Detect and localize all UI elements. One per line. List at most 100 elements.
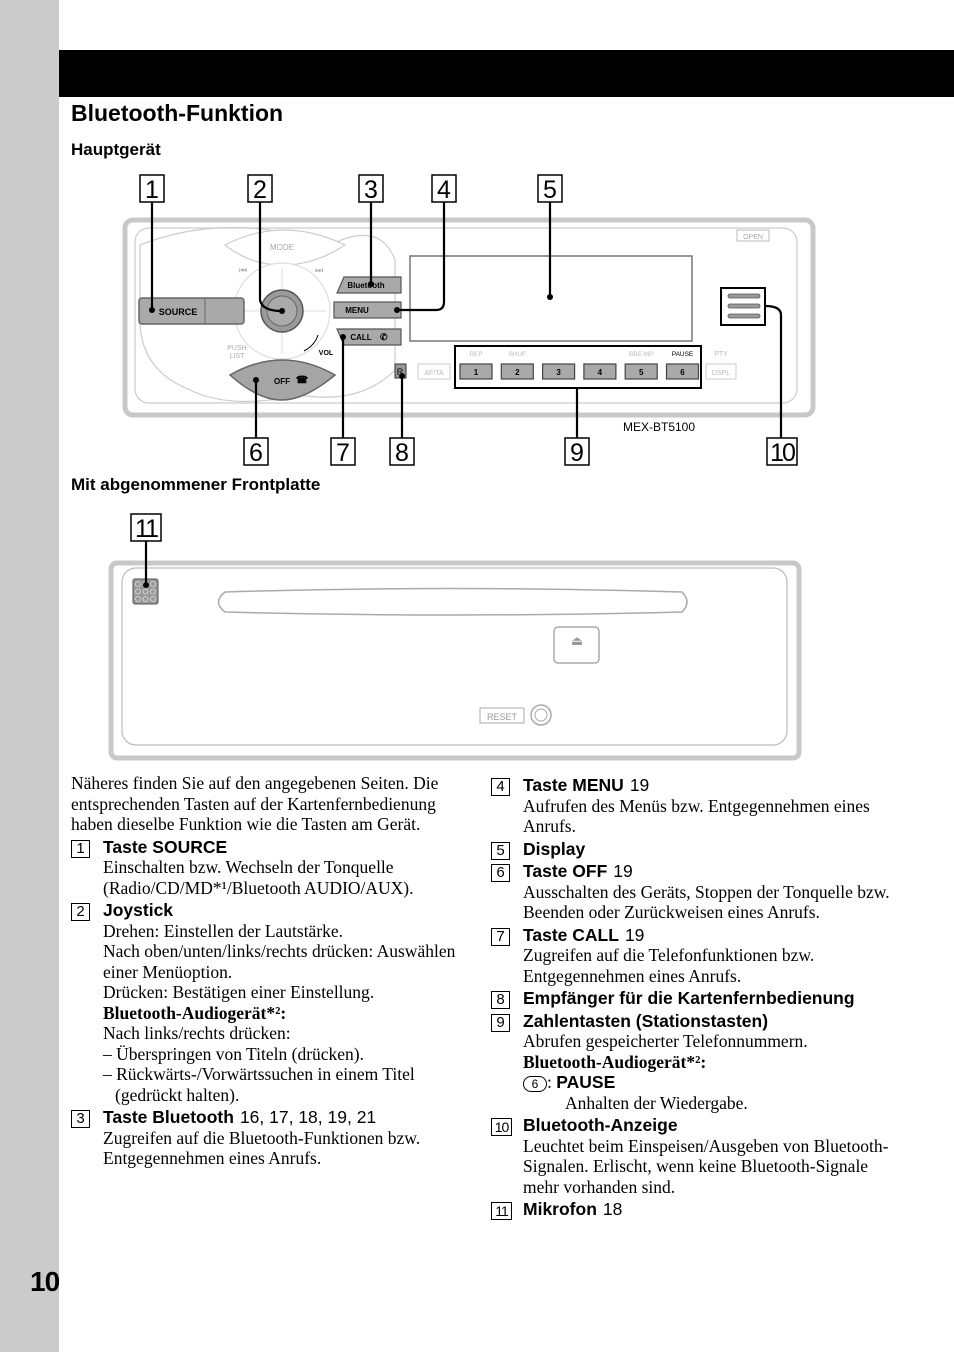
bluetooth-label: Bluetooth bbox=[347, 281, 384, 290]
legend-number-badge: 6 bbox=[491, 864, 510, 882]
preset-function-label-6: PAUSE bbox=[672, 351, 694, 358]
legend-number-badge: 5 bbox=[491, 841, 510, 860]
svg-text:1: 1 bbox=[474, 368, 479, 377]
colon: : bbox=[547, 1072, 557, 1092]
legend-item: 10 Bluetooth-Anzeige Leuchtet beim Einspei… bbox=[491, 1115, 891, 1197]
svg-text:5: 5 bbox=[639, 368, 644, 377]
pause-description: Anhalten der Wiedergabe. bbox=[565, 1092, 748, 1113]
legend-item-description: Drehen: Einstellen der Lautstärke. bbox=[103, 920, 344, 941]
open-label: OPEN bbox=[743, 234, 763, 241]
vol-label: VOL bbox=[319, 350, 334, 357]
callout-11: 11 bbox=[130, 513, 162, 543]
preset-function-label-2: SHUF bbox=[508, 351, 526, 358]
bluetooth-audio-list-item: – Überspringen von Titeln (drücken). bbox=[103, 1043, 365, 1064]
legend-item-title: Display bbox=[523, 838, 586, 859]
callout-10: 10 bbox=[766, 437, 798, 467]
legend-item-title: Taste MENU bbox=[523, 775, 624, 795]
menu-label: MENU bbox=[345, 306, 369, 315]
legend-item-description: Aufrufen des Menüs bzw. Entgegennehmen e… bbox=[523, 795, 870, 837]
legend-item-description: Drücken: Bestätigen einer Einstellung. bbox=[103, 982, 375, 1002]
legend-item: 1 Taste SOURCE Einschalten bzw. Wechseln d… bbox=[71, 837, 461, 899]
legend-item: 7 Taste CALL 19 Zugreifen auf die Telefonfu… bbox=[491, 925, 891, 987]
hang-up-icon: ☎ bbox=[296, 375, 308, 386]
legend-item-title: Taste CALL bbox=[523, 924, 619, 945]
legend-item-title: Joystick bbox=[103, 900, 174, 920]
next-icon: ⏭ bbox=[315, 265, 323, 275]
legend-number-badge: 2 bbox=[71, 903, 90, 921]
svg-text:9: 9 bbox=[570, 439, 584, 467]
callout-3: 3 bbox=[358, 174, 384, 204]
legend-page-ref: 19 bbox=[629, 775, 650, 795]
preset-function-label-5: BBE MP bbox=[629, 351, 654, 358]
legend-item-description: Zugreifen auf die Telefonfunktionen bzw.… bbox=[523, 945, 815, 986]
legend-number-badge: 1 bbox=[71, 839, 90, 858]
legend-item-title: Mikrofon bbox=[523, 1199, 597, 1219]
legend-item-title: Taste SOURCE bbox=[103, 836, 228, 857]
mode-label: MODE bbox=[270, 243, 294, 252]
callout-5: 5 bbox=[537, 174, 563, 204]
legend-page-ref: 16, 17, 18, 19, 21 bbox=[239, 1107, 377, 1127]
preset-button-5[interactable]: 5 BBE MP bbox=[624, 351, 658, 380]
svg-text:4: 4 bbox=[437, 176, 451, 204]
svg-text:2: 2 bbox=[515, 368, 520, 377]
legend-number-badge: 4 bbox=[491, 778, 510, 796]
model-label: MEX-BT5100 bbox=[623, 420, 695, 434]
source-label: SOURCE bbox=[159, 307, 198, 317]
callout-1: 1 bbox=[139, 174, 165, 204]
legend-column-right: 4 Taste MENU 19 Aufrufen des Menüs bzw. Ent… bbox=[491, 773, 891, 1220]
legend-number-badge: 7 bbox=[491, 927, 510, 946]
callout-9: 9 bbox=[564, 437, 590, 467]
svg-text:7: 7 bbox=[336, 439, 350, 467]
preset-button-4[interactable]: 4 bbox=[583, 363, 617, 380]
off-label: OFF bbox=[274, 377, 290, 386]
legend-number-badge: 3 bbox=[71, 1110, 90, 1128]
legend-item: 4 Taste MENU 19 Aufrufen des Menüs bzw. Ent… bbox=[491, 775, 891, 837]
legend-item: 11 Mikrofon 18 bbox=[491, 1199, 891, 1220]
pty-label: PTY bbox=[714, 351, 728, 358]
intro-text: Näheres finden Sie auf den angegebenen S… bbox=[71, 773, 439, 834]
legend-number-badge: 10 bbox=[491, 1118, 512, 1136]
legend-item-title: Taste OFF bbox=[523, 861, 608, 881]
preset-button-3[interactable]: 3 bbox=[541, 363, 576, 380]
legend-item-title: Taste Bluetooth bbox=[103, 1107, 234, 1127]
list-label: LIST bbox=[230, 353, 246, 360]
legend-item-title: Bluetooth-Anzeige bbox=[523, 1115, 678, 1135]
legend-item: 8 Empfänger für die Kartenfernbedienung bbox=[491, 988, 891, 1009]
page-number: 10 bbox=[30, 1266, 60, 1297]
callout-4: 4 bbox=[431, 174, 457, 204]
legend-item: 9 Zahlentasten (Stationstasten) Abrufen ge… bbox=[491, 1011, 891, 1114]
legend-column-left: Näheres finden Sie auf den angegebenen S… bbox=[71, 773, 461, 1169]
legend-item-title: Zahlentasten (Stationstasten) bbox=[523, 1010, 769, 1031]
svg-text:3: 3 bbox=[364, 176, 378, 204]
legend-item: 2 Joystick Drehen: Einstellen der Lautstär… bbox=[71, 900, 461, 1105]
svg-text:3: 3 bbox=[556, 368, 561, 377]
cd-slot bbox=[217, 587, 688, 616]
pause-line: 6: PAUSE bbox=[523, 1072, 891, 1093]
legend-item: 6 Taste OFF 19 Ausschalten des Geräts, Stop… bbox=[491, 861, 891, 923]
preset-6-key-icon: 6 bbox=[523, 1076, 547, 1092]
svg-text:8: 8 bbox=[395, 439, 409, 467]
call-label: CALL bbox=[350, 333, 371, 342]
legend-item: 5 Display bbox=[491, 839, 891, 860]
callout-8: 8 bbox=[389, 437, 415, 467]
phone-icon: ✆ bbox=[380, 332, 388, 342]
legend-number-badge: 11 bbox=[491, 1202, 512, 1220]
push-label: PUSH bbox=[227, 345, 246, 352]
callout-6: 6 bbox=[243, 437, 269, 467]
svg-text:6: 6 bbox=[249, 439, 263, 467]
svg-text:10: 10 bbox=[770, 439, 795, 467]
svg-text:5: 5 bbox=[543, 176, 557, 204]
svg-text:4: 4 bbox=[598, 368, 603, 377]
callout-2: 2 bbox=[247, 174, 273, 204]
svg-text:2: 2 bbox=[253, 176, 267, 204]
svg-text:11: 11 bbox=[135, 515, 158, 543]
bluetooth-audio-list-item: – Rückwärts-/Vorwärtssuchen in einem Tit… bbox=[103, 1064, 415, 1105]
legend-item-description: Zugreifen auf die Bluetooth-Funktionen b… bbox=[103, 1127, 421, 1169]
legend-item-description: Einschalten bzw. Wechseln der Tonquelle … bbox=[103, 857, 414, 898]
preset-function-label-1: REP bbox=[469, 351, 482, 358]
svg-text:1: 1 bbox=[145, 176, 159, 204]
legend-page-ref: 18 bbox=[602, 1199, 623, 1219]
prev-icon: ⏮ bbox=[239, 265, 247, 275]
legend-page-ref: 19 bbox=[624, 924, 645, 945]
bluetooth-audio-heading: Bluetooth-Audiogerät*²: bbox=[103, 1002, 287, 1023]
